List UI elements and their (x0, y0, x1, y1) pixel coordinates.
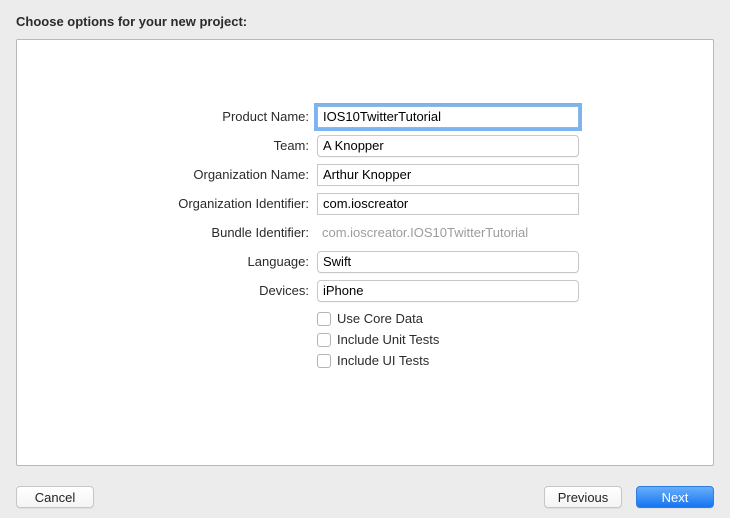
use-core-data-checkbox[interactable]: Use Core Data (317, 311, 439, 326)
checkbox-icon (317, 354, 331, 368)
devices-value: iPhone (323, 283, 363, 298)
bundle-identifier-value: com.ioscreator.IOS10TwitterTutorial (317, 225, 579, 240)
include-ui-tests-checkbox[interactable]: Include UI Tests (317, 353, 439, 368)
ui-tests-label: Include UI Tests (337, 353, 429, 368)
checkbox-icon (317, 312, 331, 326)
language-value: Swift (323, 254, 351, 269)
devices-select[interactable]: iPhone (317, 280, 579, 302)
team-label: Team: (17, 138, 317, 153)
core-data-label: Use Core Data (337, 311, 423, 326)
language-label: Language: (17, 254, 317, 269)
org-name-input[interactable] (317, 164, 579, 186)
checkbox-icon (317, 333, 331, 347)
previous-button[interactable]: Previous (544, 486, 622, 508)
bundle-identifier-label: Bundle Identifier: (17, 225, 317, 240)
devices-label: Devices: (17, 283, 317, 298)
org-identifier-input[interactable] (317, 193, 579, 215)
project-options-sheet: Choose options for your new project: Pro… (0, 0, 730, 476)
form-panel: Product Name: Team: A Knopper Organizati… (16, 39, 714, 466)
options-checkboxes: Use Core Data Include Unit Tests Include… (17, 305, 439, 368)
footer-buttons: Cancel Previous Next (0, 476, 730, 518)
updown-icon (560, 136, 578, 156)
updown-icon (560, 281, 578, 301)
cancel-button[interactable]: Cancel (16, 486, 94, 508)
unit-tests-label: Include Unit Tests (337, 332, 439, 347)
product-name-input[interactable] (317, 106, 579, 128)
include-unit-tests-checkbox[interactable]: Include Unit Tests (317, 332, 439, 347)
sheet-title: Choose options for your new project: (16, 14, 714, 29)
org-name-label: Organization Name: (17, 167, 317, 182)
language-select[interactable]: Swift (317, 251, 579, 273)
product-name-label: Product Name: (17, 109, 317, 124)
next-button[interactable]: Next (636, 486, 714, 508)
team-value: A Knopper (323, 138, 384, 153)
org-identifier-label: Organization Identifier: (17, 196, 317, 211)
updown-icon (560, 252, 578, 272)
team-select[interactable]: A Knopper (317, 135, 579, 157)
